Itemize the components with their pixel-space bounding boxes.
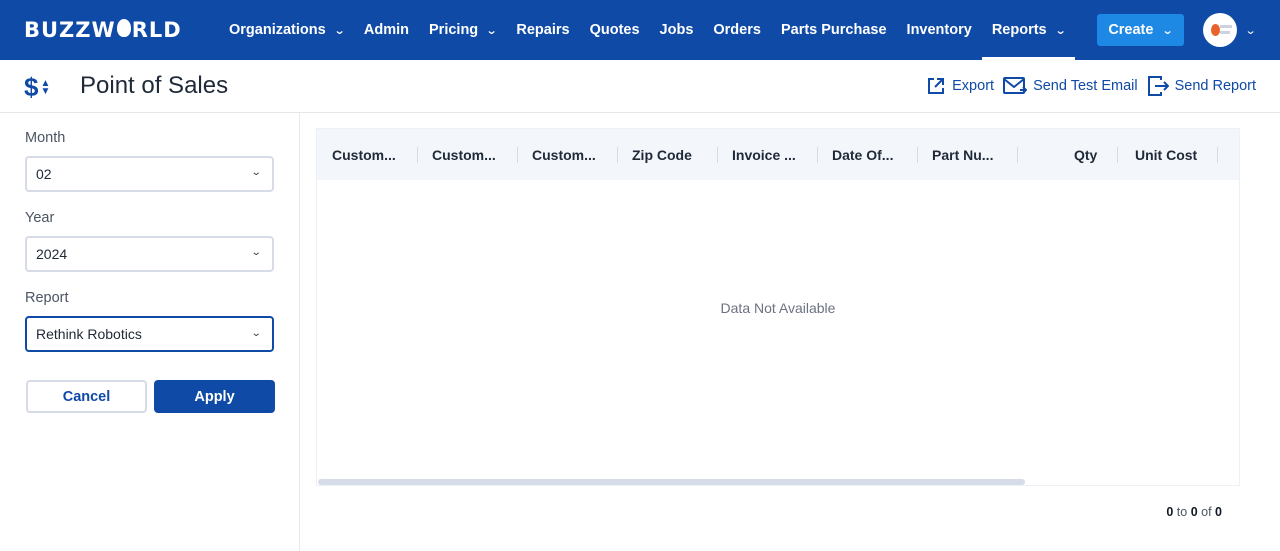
report-value: Rethink Robotics bbox=[36, 326, 142, 342]
column-separator[interactable] bbox=[417, 147, 418, 163]
nav-label: Jobs bbox=[659, 22, 694, 38]
create-button[interactable]: Create ⌄ bbox=[1097, 14, 1184, 46]
column-separator[interactable] bbox=[1017, 147, 1018, 163]
page-total: 0 bbox=[1215, 505, 1222, 519]
nav-item-jobs[interactable]: Jobs bbox=[660, 0, 694, 60]
page-of-word: of bbox=[1201, 505, 1212, 519]
column-separator[interactable] bbox=[917, 147, 918, 163]
month-select[interactable]: 02 ⌄ bbox=[25, 156, 274, 192]
export-button[interactable]: Export bbox=[926, 76, 994, 96]
nav-label: Quotes bbox=[589, 22, 640, 38]
dollar-sort-icon: $ ▲ ▼ bbox=[24, 72, 51, 102]
nav-item-parts-purchase[interactable]: Parts Purchase bbox=[781, 0, 887, 60]
grid-header: Custom... Custom... Custom... Zip Code I… bbox=[317, 129, 1239, 180]
column-header[interactable]: Date Of... bbox=[832, 129, 893, 180]
column-separator[interactable] bbox=[1217, 147, 1218, 163]
report-grid: Custom... Custom... Custom... Zip Code I… bbox=[316, 128, 1240, 486]
page-header: $ ▲ ▼ Point of Sales Export Send Test Ema… bbox=[0, 60, 1280, 113]
chevron-down-icon: ⌄ bbox=[250, 167, 262, 178]
year-select[interactable]: 2024 ⌄ bbox=[25, 236, 274, 272]
send-test-email-label: Send Test Email bbox=[1033, 78, 1138, 94]
user-menu[interactable]: ⌄ bbox=[1203, 13, 1257, 47]
column-header[interactable]: Unit Cost bbox=[1135, 129, 1197, 180]
empty-state-message: Data Not Available bbox=[720, 300, 836, 316]
month-label: Month bbox=[25, 130, 66, 146]
nav-label: Admin bbox=[363, 22, 410, 38]
page-from: 0 bbox=[1166, 505, 1174, 519]
column-header[interactable]: Invoice ... bbox=[732, 129, 796, 180]
nav-label: Repairs bbox=[516, 22, 570, 38]
send-report-button[interactable]: Send Report bbox=[1147, 75, 1256, 97]
chevron-down-icon: ⌄ bbox=[250, 328, 262, 339]
pagination-summary: 0 to 0 of 0 bbox=[1166, 505, 1222, 519]
chevron-down-icon: ⌄ bbox=[1054, 24, 1067, 37]
nav-item-admin[interactable]: Admin bbox=[364, 0, 409, 60]
send-report-icon bbox=[1147, 76, 1169, 96]
column-header[interactable]: Custom... bbox=[532, 129, 596, 180]
avatar[interactable] bbox=[1203, 13, 1237, 47]
nav-label: Orders bbox=[713, 22, 761, 38]
nav-label: Inventory bbox=[906, 22, 972, 38]
page-to-word: to bbox=[1176, 505, 1188, 519]
column-separator[interactable] bbox=[1117, 147, 1118, 163]
page-title: Point of Sales bbox=[80, 72, 229, 99]
main-nav: Organizations ⌄ Admin Pricing ⌄ Repairs … bbox=[229, 0, 1085, 60]
month-value: 02 bbox=[36, 166, 52, 182]
chevron-down-icon: ⌄ bbox=[250, 247, 262, 258]
create-button-label: Create bbox=[1108, 22, 1154, 38]
page-to: 0 bbox=[1190, 505, 1198, 519]
nav-item-pricing[interactable]: Pricing ⌄ bbox=[429, 0, 498, 60]
send-report-label: Send Report bbox=[1174, 78, 1256, 94]
report-select[interactable]: Rethink Robotics ⌄ bbox=[25, 316, 274, 352]
column-separator[interactable] bbox=[617, 147, 618, 163]
nav-item-reports[interactable]: Reports ⌄ bbox=[981, 0, 1075, 60]
column-separator[interactable] bbox=[517, 147, 518, 163]
nav-item-quotes[interactable]: Quotes bbox=[590, 0, 640, 60]
send-test-email-button[interactable]: Send Test Email bbox=[1003, 76, 1138, 96]
nav-label: Reports bbox=[991, 22, 1047, 38]
page-actions: Export Send Test Email Send Report bbox=[917, 75, 1256, 97]
apply-button[interactable]: Apply bbox=[154, 380, 275, 413]
nav-item-inventory[interactable]: Inventory bbox=[907, 0, 972, 60]
year-label: Year bbox=[25, 210, 55, 226]
chevron-down-icon: ⌄ bbox=[1162, 24, 1175, 37]
export-icon bbox=[928, 78, 945, 94]
horizontal-scrollbar[interactable] bbox=[318, 479, 1025, 485]
nav-item-repairs[interactable]: Repairs bbox=[516, 0, 569, 60]
email-icon bbox=[1003, 77, 1028, 94]
column-separator[interactable] bbox=[717, 147, 718, 163]
nav-label: Organizations bbox=[229, 22, 326, 38]
buzzworld-logo[interactable]: BUZZW RLD bbox=[24, 12, 182, 48]
cancel-button[interactable]: Cancel bbox=[26, 380, 147, 413]
top-navigation-bar: BUZZW RLD Organizations ⌄ Admin Pricing ⌄… bbox=[0, 0, 1280, 60]
report-label: Report bbox=[25, 290, 69, 306]
column-header[interactable]: Zip Code bbox=[632, 129, 692, 180]
chevron-down-icon: ⌄ bbox=[333, 24, 346, 37]
filter-panel: Month 02 ⌄ Year 2024 ⌄ Report Rethink Ro… bbox=[0, 113, 300, 551]
column-header[interactable]: Qty bbox=[1074, 129, 1097, 180]
nav-label: Parts Purchase bbox=[780, 22, 887, 38]
nav-item-organizations[interactable]: Organizations ⌄ bbox=[229, 0, 346, 60]
column-separator[interactable] bbox=[817, 147, 818, 163]
year-value: 2024 bbox=[36, 246, 68, 262]
column-header[interactable]: Custom... bbox=[332, 129, 396, 180]
column-header[interactable]: Part Nu... bbox=[932, 129, 993, 180]
nav-label: Pricing bbox=[429, 22, 479, 38]
nav-item-orders[interactable]: Orders bbox=[713, 0, 761, 60]
chevron-down-icon: ⌄ bbox=[1244, 24, 1257, 37]
logo-bird-icon bbox=[116, 19, 131, 37]
chevron-down-icon: ⌄ bbox=[485, 24, 498, 37]
column-header[interactable]: Custom... bbox=[432, 129, 496, 180]
export-label: Export bbox=[952, 78, 995, 94]
